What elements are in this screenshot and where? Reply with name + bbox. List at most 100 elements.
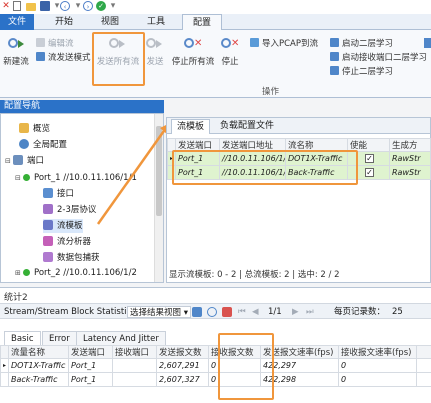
- column-header[interactable]: 生成方: [389, 138, 431, 152]
- open-folder-icon[interactable]: [26, 3, 36, 11]
- ribbon-tab-bar: 文件 开始 视图 工具 配置: [0, 14, 431, 31]
- column-header[interactable]: 发送报文数: [156, 345, 209, 359]
- tab-home[interactable]: 开始: [48, 14, 80, 30]
- refresh-icon[interactable]: [207, 307, 217, 317]
- collapse-icon[interactable]: ⊟: [15, 171, 23, 185]
- stop-learn-icon: [330, 66, 339, 75]
- stream-status-text: 显示流模板: 0 - 2 | 总流模板: 2 | 选中: 2 / 2: [169, 270, 340, 280]
- column-header[interactable]: 接收端口: [112, 345, 157, 359]
- nav-item-global-config[interactable]: 全局配置: [19, 138, 67, 152]
- next-page-icon[interactable]: ▶: [292, 306, 299, 318]
- cell-tx-port: Port_1: [68, 358, 113, 373]
- stats-toolbar: Stream/Stream Block Statistic 选择结果视图 ▾ ⏮…: [0, 303, 431, 319]
- stop-l2-learning-button[interactable]: 停止二层学习: [330, 66, 393, 78]
- tab-latency-jitter[interactable]: Latency And Jitter: [76, 331, 166, 345]
- stream-analyzer-icon: [43, 236, 53, 246]
- prev-page-icon[interactable]: ◀: [252, 306, 259, 318]
- table-row[interactable]: ▸ DOT1X-Traffic Port_1 2,607,291 0 422,2…: [0, 358, 431, 373]
- nav-item-stream-template[interactable]: 流模板: [43, 219, 83, 233]
- protocol-icon: [43, 204, 53, 214]
- interface-icon: [43, 188, 53, 198]
- column-header[interactable]: 发送端口: [68, 345, 113, 359]
- stat-name-label: Stream/Stream Block Statistic: [4, 307, 132, 317]
- tab-config[interactable]: 配置: [182, 14, 222, 31]
- tab-tools[interactable]: 工具: [140, 14, 172, 30]
- annotation-box-streams: [172, 150, 358, 185]
- ribbon-group-label: 操作: [262, 87, 280, 97]
- dropdown-icon[interactable]: ▾: [73, 1, 83, 11]
- tab-view[interactable]: 视图: [94, 14, 126, 30]
- dropdown-icon[interactable]: ▾: [108, 1, 118, 11]
- cell-stream-name: DOT1X-Traffic: [8, 358, 69, 373]
- stream-template-panel: 流模板 负载配置文件 发送端口 发送端口地址 流名称 使能 生成方 ▸ Port…: [166, 117, 431, 283]
- send-icon: [145, 36, 165, 52]
- last-page-icon[interactable]: ⏭: [306, 306, 314, 318]
- send-button[interactable]: 发送: [143, 36, 167, 67]
- column-header[interactable]: 接收报文速率(fps): [338, 345, 417, 359]
- tab-error[interactable]: Error: [42, 331, 77, 345]
- annotation-box-rx-count: [218, 333, 274, 400]
- page-size-value[interactable]: 25: [392, 306, 403, 318]
- stats-table: 流量名称 发送端口 接收端口 发送报文数 接收报文数 发送报文速率(fps) 接…: [0, 345, 431, 387]
- clear-icon[interactable]: [222, 307, 232, 317]
- tab-basic[interactable]: Basic: [4, 331, 41, 345]
- stop-button[interactable]: ✕ 停止: [218, 36, 242, 67]
- import-icon: [250, 38, 259, 47]
- start-rx-l2-learning-button[interactable]: 启动接收端口二层学习: [330, 52, 427, 64]
- cell-tx-port: Port_1: [68, 372, 113, 387]
- cell-generator: RawStr: [389, 165, 431, 180]
- tab-load-profile[interactable]: 负载配置文件: [215, 119, 279, 134]
- nav-item-stream-analyzer[interactable]: 流分析器: [43, 235, 91, 249]
- nav-item-overview[interactable]: 概览: [19, 122, 50, 136]
- new-doc-icon[interactable]: [13, 1, 21, 11]
- stop-all-icon: ✕: [183, 36, 203, 52]
- first-page-icon[interactable]: ⏮: [238, 306, 246, 318]
- forward-icon[interactable]: ›: [83, 1, 93, 11]
- panel-tabs: 流模板 负载配置文件: [167, 118, 430, 134]
- l2-learn-icon: [330, 38, 339, 47]
- cell-rx-port: [112, 372, 157, 387]
- expand-icon[interactable]: ⊞: [15, 266, 23, 280]
- import-pcap-button[interactable]: 导入PCAP到流: [250, 38, 318, 50]
- start-l2-learning-button[interactable]: 启动二层学习: [330, 38, 393, 50]
- stream-template-icon: [43, 220, 53, 230]
- port-group-icon: [13, 155, 23, 165]
- new-stream-button[interactable]: 新建流: [2, 36, 30, 67]
- cell-tx-count: 2,607,291: [156, 358, 209, 373]
- nav-item-protocol[interactable]: 2-3层协议: [43, 203, 96, 217]
- nav-item-ports[interactable]: ⊟ 端口: [5, 154, 44, 168]
- stats-tabs: Basic Error Latency And Jitter: [0, 331, 431, 345]
- send-mode-icon: [36, 52, 45, 61]
- title-bar: ✕ ▾ ‹ ▾ › ✓ ▾: [0, 0, 431, 14]
- check-icon[interactable]: ✓: [96, 1, 106, 11]
- nav-item-interface[interactable]: 接口: [43, 187, 74, 201]
- back-icon[interactable]: ‹: [60, 1, 70, 11]
- statistics-panel: 统计2 Stream/Stream Block Statistic 选择结果视图…: [0, 287, 431, 403]
- tab-stream-template[interactable]: 流模板: [171, 119, 211, 134]
- close-x-icon[interactable]: ✕: [1, 1, 11, 11]
- column-header: [0, 345, 9, 359]
- column-header[interactable]: 流量名称: [8, 345, 69, 359]
- status-dot-icon: [23, 174, 30, 181]
- capture-icon: [43, 252, 53, 262]
- save-icon[interactable]: [40, 1, 50, 11]
- tab-file[interactable]: 文件: [0, 14, 34, 30]
- enable-checkbox[interactable]: ✓: [365, 154, 374, 163]
- cell-rx-rate: 0: [338, 358, 417, 373]
- enable-checkbox[interactable]: ✓: [365, 168, 374, 177]
- status-dot-icon: [23, 269, 30, 276]
- stream-send-mode-button[interactable]: 流发送模式: [36, 52, 91, 64]
- stop-all-streams-button[interactable]: ✕ 停止所有流: [170, 36, 216, 67]
- page-indicator: 1/1: [268, 307, 282, 317]
- collapse-icon[interactable]: ⊟: [5, 154, 13, 168]
- ribbon-overflow-icon[interactable]: [424, 38, 431, 48]
- nav-item-port-2[interactable]: ⊞ Port_2 //10.0.11.106/1/2: [15, 266, 137, 280]
- table-row[interactable]: Back-Traffic Port_1 2,607,327 0 422,298 …: [0, 372, 431, 387]
- cell-rx-rate: 0: [338, 372, 417, 387]
- edit-stream-button[interactable]: 编辑流: [36, 38, 74, 50]
- annotation-box-send-all: [92, 32, 145, 86]
- export-icon[interactable]: [192, 307, 202, 317]
- stop-icon: ✕: [220, 36, 240, 52]
- nav-item-capture[interactable]: 数据包捕获: [43, 251, 100, 265]
- select-view-dropdown[interactable]: 选择结果视图 ▾: [127, 306, 191, 318]
